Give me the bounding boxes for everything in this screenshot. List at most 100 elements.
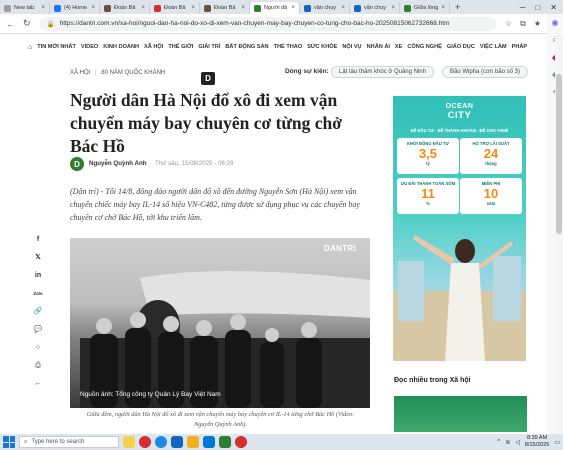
scrollbar-thumb[interactable] — [556, 74, 562, 234]
close-icon[interactable]: ✕ — [550, 3, 557, 12]
tab-label: Đoàn Bả — [114, 5, 136, 11]
system-tray: ^ ≋ ◁ 8:39 AM 8/15/2025 ▭ — [497, 435, 560, 449]
site-nav-item[interactable]: GIÁO DỤC — [447, 44, 475, 50]
favorites-icon[interactable]: ★ — [534, 19, 541, 28]
tab-label: Đoàn Bả — [214, 5, 236, 11]
site-nav-item[interactable]: SỨC KHỎE — [307, 44, 337, 50]
tab-close-icon[interactable]: × — [141, 5, 145, 11]
tab-close-icon[interactable]: × — [291, 5, 295, 11]
site-nav-item[interactable]: CÔNG NGHỆ — [407, 44, 442, 50]
ad-brand-line2: CITY — [447, 110, 472, 121]
windows-start-icon[interactable] — [3, 436, 15, 448]
event-chip[interactable]: Bão Wipha (cơn bão số 3) — [442, 66, 528, 78]
breadcrumb-subsection[interactable]: 80 NĂM QUỐC KHÁNH — [101, 70, 165, 76]
clock[interactable]: 8:39 AM 8/15/2025 — [525, 435, 549, 449]
tab-close-icon[interactable]: × — [341, 5, 345, 11]
url-text: https://dantri.com.vn/xa-hoi/nguoi-dan-h… — [59, 20, 450, 27]
breadcrumb-section[interactable]: XÃ HỘI — [70, 70, 90, 76]
tab-close-icon[interactable]: × — [191, 5, 195, 11]
chevron-up-icon[interactable]: ^ — [497, 439, 500, 445]
site-nav-item[interactable]: THỂ THAO — [274, 44, 303, 50]
site-nav-item[interactable]: PHÁP LUẬT — [512, 44, 528, 50]
events-label: Dòng sự kiện: — [285, 68, 329, 75]
tab-close-icon[interactable]: × — [241, 5, 245, 11]
print-icon[interactable]: ⎙ — [35, 362, 41, 370]
site-nav-item[interactable]: BẤT ĐỘNG SẢN — [225, 44, 268, 50]
tab-favicon-icon — [54, 4, 61, 12]
excel-icon[interactable] — [219, 436, 231, 448]
zalo-share-button[interactable]: Zalo — [33, 290, 42, 298]
site-nav-item[interactable]: THẾ GIỚI — [168, 44, 193, 50]
browser-tab[interactable]: New tab × — [0, 2, 50, 14]
site-nav-item[interactable]: GIẢI TRÍ — [198, 44, 220, 50]
extensions-icon[interactable]: ⧉ — [520, 19, 526, 29]
home-icon[interactable]: ⌂ — [28, 44, 32, 51]
tab-label: (4) Home — [64, 5, 87, 11]
linkedin-icon[interactable]: in — [35, 272, 41, 280]
browser-tab[interactable]: Giữa lòng × — [400, 2, 450, 14]
store-icon[interactable] — [203, 436, 215, 448]
browser-tab[interactable]: Người dâ × — [250, 2, 300, 14]
tab-close-icon[interactable]: × — [91, 5, 95, 11]
author-avatar[interactable]: D — [70, 157, 84, 171]
tab-label: Người dâ — [264, 5, 288, 11]
event-chip[interactable]: Lật tàu thăm khóc ở Quảng Ninh — [331, 66, 434, 78]
chrome-icon[interactable] — [139, 436, 151, 448]
outlook-icon[interactable] — [171, 436, 183, 448]
most-read-thumbnail[interactable] — [394, 396, 527, 432]
site-nav-item[interactable]: TIN MỚI NHẤT — [37, 44, 76, 50]
wifi-icon[interactable]: ≋ — [505, 439, 510, 446]
site-nav-item[interactable]: XÃ HỘI — [144, 44, 163, 50]
browser-tab[interactable]: Đoàn Bả × — [200, 2, 250, 14]
link-icon[interactable]: 🔗 — [34, 308, 43, 316]
copilot-icon[interactable]: ◉ — [547, 18, 563, 27]
widgets-icon[interactable] — [123, 436, 135, 448]
browser-tab[interactable]: (4) Home × — [50, 2, 100, 14]
tab-favicon-icon — [104, 4, 111, 12]
author-name[interactable]: Nguyễn Quỳnh Anh — [89, 160, 147, 167]
ocean-city-ad[interactable]: OCEAN CITY ĐỂ ĐẦU TƯ · ĐỂ THÀNH KHOẢN · … — [393, 96, 526, 361]
site-nav-item[interactable]: VIDEO — [81, 44, 98, 50]
browser-tab[interactable]: vận chuy × — [350, 2, 400, 14]
site-nav-item[interactable]: KINH DOANH — [103, 44, 139, 50]
site-nav-item[interactable]: XE — [395, 44, 402, 50]
notification-icon[interactable]: ▭ — [554, 439, 560, 446]
edge-icon[interactable] — [155, 436, 167, 448]
photo-watermark: DANTRI — [323, 244, 356, 253]
url-field[interactable]: 🔒 https://dantri.com.vn/xa-hoi/nguoi-dan… — [38, 16, 497, 31]
refresh-icon[interactable]: ↻ — [23, 18, 31, 29]
taskbar-search[interactable]: ⌕ Type here to search — [19, 436, 119, 448]
dantri-logo-icon[interactable]: D — [201, 72, 215, 85]
file-explorer-icon[interactable] — [187, 436, 199, 448]
volume-icon[interactable]: ◁ — [515, 439, 520, 446]
article-photo[interactable]: DANTRI Nguồn ảnh: Tổng công ty Quản Lý B… — [70, 238, 370, 408]
bookmark-icon[interactable]: ○ — [36, 344, 40, 352]
x-twitter-icon[interactable]: 𝕏 — [35, 254, 41, 262]
ad-illustration — [393, 235, 526, 361]
maximize-icon[interactable]: □ — [535, 3, 540, 12]
site-nav-item[interactable]: NỘI VỤ — [342, 44, 361, 50]
browser-tab[interactable]: Đoàn Bả × — [150, 2, 200, 14]
tab-close-icon[interactable]: × — [41, 5, 45, 11]
tab-close-icon[interactable]: × — [441, 5, 445, 11]
minimize-icon[interactable]: ─ — [520, 3, 526, 12]
back-icon[interactable]: ← — [6, 19, 15, 29]
site-nav: ⌂ TIN MỚI NHẤT VIDEO KINH DOANH XÃ HỘI THẾ G… — [28, 40, 528, 54]
browser-tab[interactable]: Đoàn Bả × — [100, 2, 150, 14]
tab-favicon-icon — [254, 4, 261, 12]
site-nav-item[interactable]: NHÂN ÁI — [367, 44, 390, 50]
lock-icon: 🔒 — [46, 20, 55, 28]
site-nav-item[interactable]: VIỆC LÀM — [480, 44, 507, 50]
star-icon[interactable]: ☆ — [505, 19, 512, 28]
page-scrollbar[interactable] — [555, 34, 563, 434]
new-tab-button[interactable]: + — [450, 2, 465, 12]
facebook-icon[interactable]: f — [37, 236, 39, 244]
comment-icon[interactable]: 💬 — [34, 326, 43, 334]
tab-close-icon[interactable]: × — [391, 5, 395, 11]
tab-label: Giữa lòng — [414, 5, 439, 11]
browser-tab[interactable]: vận chuy × — [300, 2, 350, 14]
back-icon[interactable]: ← — [35, 380, 42, 388]
browser-tab-strip: New tab × (4) Home × Đoàn Bả × Đoàn Bả × Đoàn Bả… — [0, 0, 563, 14]
chrome-icon[interactable] — [235, 436, 247, 448]
ad-offer-box: KHỞI ĐỘNG ĐẦU TƯ 3,5 tỷ — [397, 138, 459, 174]
